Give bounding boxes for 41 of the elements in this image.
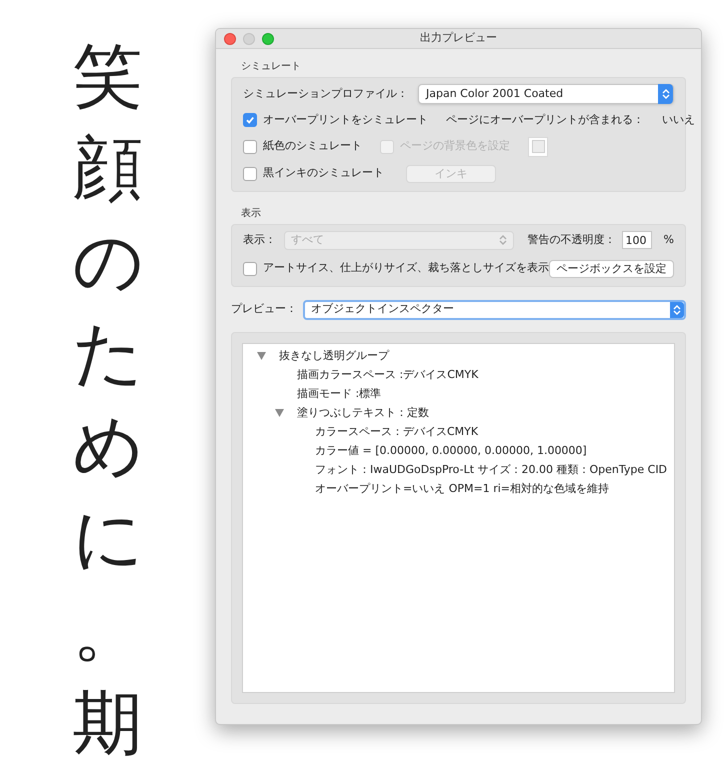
opacity-field[interactable]: 100 xyxy=(622,231,652,249)
info-value: いいえ xyxy=(662,112,695,128)
zoom-button[interactable] xyxy=(262,32,274,44)
tree-item[interactable]: フォント：IwaUDGoDspPro-Lt サイズ：20.00 種類：OpenType CID xyxy=(315,462,668,478)
stepper-icon xyxy=(498,234,507,246)
profile-select[interactable]: Japan Color 2001 Coated xyxy=(418,84,674,104)
stepper-icon xyxy=(662,88,670,100)
field-label: 表示： xyxy=(243,232,277,248)
minimize-button[interactable] xyxy=(243,32,255,44)
tree-item[interactable]: 描画モード :標準 xyxy=(297,386,382,402)
tree-item[interactable]: 描画カラースペース :デバイスCMYK xyxy=(297,366,478,384)
info-label: ページにオーバープリントが含まれる： xyxy=(446,112,644,128)
section-heading: シミュレート xyxy=(240,60,302,74)
checkbox-label: アートサイス、仕上がりサイズ、裁ち落としサイズを表示 xyxy=(263,260,549,276)
field-label: 警告の不透明度： xyxy=(528,232,616,248)
checkbox-label: 黒インキのシミュレート xyxy=(263,165,384,182)
tree-item[interactable]: オーバープリント=いいえ OPM=1 ri=相対的な色域を維持 xyxy=(315,480,610,498)
checkbox[interactable] xyxy=(243,140,257,154)
vertical-heading: 笑顔のために。期 xyxy=(72,34,142,766)
tree-item[interactable]: カラースペース：デバイスCMYK xyxy=(315,424,478,440)
checkbox-label: オーバープリントをシミュレート xyxy=(263,112,428,128)
checkbox-label: 紙色のシミュレート xyxy=(263,138,362,154)
stepper-icon xyxy=(673,304,681,316)
checkbox[interactable] xyxy=(243,113,257,128)
window-title: 出力プレビュー xyxy=(420,30,497,46)
checkbox[interactable] xyxy=(243,166,257,180)
check-icon xyxy=(245,115,255,126)
checkbox[interactable] xyxy=(243,262,257,276)
color-swatch[interactable] xyxy=(528,136,548,156)
unit-label: % xyxy=(664,232,674,248)
field-label: シミュレーションプロファイル： xyxy=(243,86,408,102)
tree-item[interactable]: 塗りつぶしテキスト：定数 xyxy=(297,404,429,422)
preview-select[interactable]: オブジェクトインスペクター xyxy=(303,300,686,320)
disclosure-triangle-icon[interactable] xyxy=(256,352,266,360)
disclosure-triangle-icon[interactable] xyxy=(274,409,284,417)
field-label: プレビュー： xyxy=(231,301,298,318)
section-heading: 表示 xyxy=(240,206,262,220)
page-box-button[interactable]: ページボックスを設定 xyxy=(549,260,674,278)
close-button[interactable] xyxy=(224,32,236,44)
tree-item[interactable]: 抜きなし透明グループ xyxy=(279,348,389,364)
tree-item[interactable]: カラー値 = [0.00000, 0.00000, 0.00000, 1.00000] xyxy=(315,442,587,460)
